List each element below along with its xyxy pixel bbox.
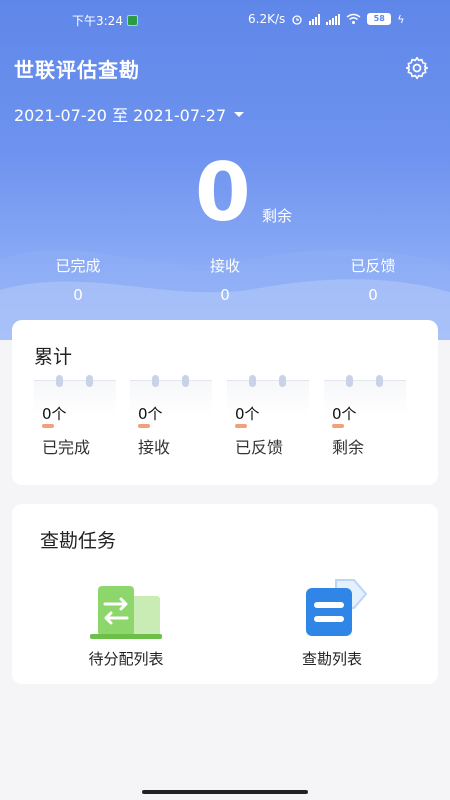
tile-completed[interactable]: 0个 已完成	[34, 375, 116, 468]
pin-icon	[279, 375, 286, 387]
tile-value: 0个	[332, 405, 357, 423]
status-time: 下午3:24	[72, 14, 123, 28]
pin-icon	[182, 375, 189, 387]
tile-accent	[138, 424, 150, 428]
status-right-group: 6.2K/s 58 ϟ	[248, 12, 405, 26]
stat-feedback: 已反馈 0	[318, 255, 428, 304]
tile-accent	[42, 424, 54, 428]
cumulative-card: 累计 0个 已完成 0个 接收 0个 已反馈 0个 剩余	[12, 320, 438, 485]
status-time-group: 下午3:24	[72, 12, 138, 29]
stat-label: 接收	[209, 257, 240, 275]
alarm-icon	[292, 15, 302, 25]
tasks-card: 查勘任务 待分配列表 查勘列表	[12, 504, 438, 684]
gear-icon[interactable]	[404, 55, 430, 81]
home-indicator[interactable]	[142, 790, 308, 794]
stat-value: 0	[368, 286, 378, 304]
transfer-icon	[90, 586, 162, 639]
tile-accent	[332, 424, 344, 428]
signal-icon-2	[326, 13, 341, 25]
date-range-selector[interactable]: 2021-07-20 至 2021-07-27	[14, 102, 245, 126]
pin-icon	[56, 375, 63, 387]
list-icon	[306, 579, 368, 636]
status-bar: 下午3:24 6.2K/s 58 ϟ	[0, 0, 450, 40]
stat-value: 0	[220, 286, 230, 304]
net-speed: 6.2K/s	[248, 12, 286, 26]
survey-list-button[interactable]: 查勘列表	[262, 576, 402, 669]
pin-icon	[152, 375, 159, 387]
tile-remaining[interactable]: 0个 剩余	[324, 375, 406, 468]
bottom-area	[0, 700, 450, 800]
tile-label: 剩余	[332, 438, 365, 457]
pin-icon	[249, 375, 256, 387]
survey-list-label: 查勘列表	[301, 650, 362, 668]
tile-value: 0个	[138, 405, 163, 423]
stat-completed: 已完成 0	[23, 255, 133, 304]
remaining-count: 0	[195, 146, 251, 239]
battery-icon: 58	[367, 13, 392, 25]
charging-icon: ϟ	[397, 12, 405, 26]
pin-icon	[346, 375, 353, 387]
stat-received: 接收 0	[170, 255, 280, 304]
tasks-title: 查勘任务	[40, 530, 117, 552]
tile-label: 已反馈	[235, 438, 284, 457]
tile-received[interactable]: 0个 接收	[130, 375, 212, 468]
pin-icon	[376, 375, 383, 387]
tile-label: 已完成	[42, 438, 91, 457]
notification-icon	[126, 15, 138, 26]
date-range-text: 2021-07-20 至 2021-07-27	[14, 106, 227, 125]
pending-assignment-button[interactable]: 待分配列表	[56, 582, 196, 669]
app-title: 世联评估查勘	[14, 58, 140, 82]
chevron-down-icon	[234, 111, 245, 117]
tile-value: 0个	[235, 405, 260, 423]
cumulative-title: 累计	[34, 346, 73, 368]
remaining-label: 剩余	[262, 207, 293, 225]
pin-icon	[86, 375, 93, 387]
stat-label: 已反馈	[350, 257, 396, 275]
stat-label: 已完成	[55, 257, 101, 275]
tile-value: 0个	[42, 405, 67, 423]
pending-assignment-label: 待分配列表	[88, 650, 164, 668]
tile-label: 接收	[138, 438, 171, 457]
stat-value: 0	[73, 286, 83, 304]
tile-accent	[235, 424, 247, 428]
signal-icon	[309, 13, 321, 25]
tile-feedback[interactable]: 0个 已反馈	[227, 375, 309, 468]
wifi-icon	[346, 13, 361, 24]
